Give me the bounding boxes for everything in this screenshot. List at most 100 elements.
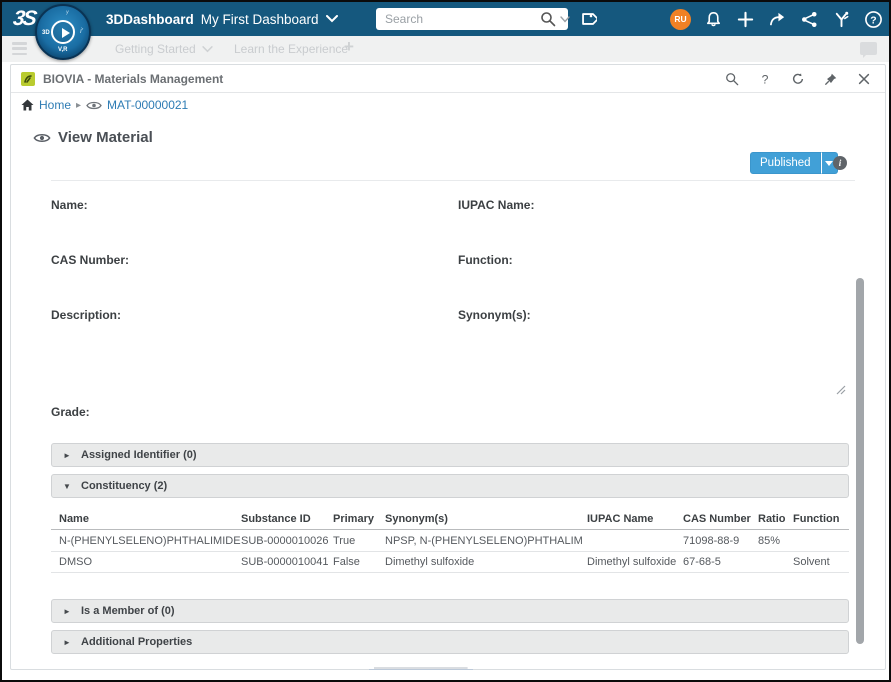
breadcrumb-separator-icon: ▸ (76, 99, 82, 111)
home-icon[interactable] (21, 99, 34, 111)
help-icon[interactable]: ? (864, 10, 883, 29)
cell-primary: False (333, 556, 360, 568)
section-additional-properties[interactable]: ► Additional Properties (51, 630, 849, 654)
cell-iupac: Dimethyl sulfoxide (587, 556, 677, 568)
col-header-iupac: IUPAC Name (587, 513, 654, 525)
biovia-widget: BIOVIA - Materials Management ? Home ▸ M… (10, 64, 886, 670)
compass-3d-label: 3D (42, 30, 50, 36)
chevron-right-icon: ► (63, 450, 71, 460)
form-divider (51, 180, 855, 181)
view-eye-icon (33, 133, 51, 142)
share-nodes-icon[interactable] (800, 10, 819, 29)
hamburger-menu-icon[interactable] (12, 42, 27, 55)
col-header-cas: CAS Number (683, 513, 751, 525)
breadcrumb-home-link[interactable]: Home (39, 98, 71, 112)
info-icon[interactable]: i (833, 156, 847, 170)
clipped-link-text (369, 666, 473, 670)
compass-right-mark: i' (80, 28, 83, 35)
field-label-grade: Grade: (51, 405, 90, 419)
global-search (376, 8, 570, 30)
widget-refresh-icon[interactable] (791, 72, 805, 86)
field-label-description: Description: (51, 308, 122, 322)
col-header-synonyms: Synonym(s) (385, 513, 448, 525)
cell-ratio: 85% (758, 535, 781, 547)
cell-function: Solvent (793, 556, 830, 568)
cell-name: DMSO (59, 556, 92, 568)
widget-header: BIOVIA - Materials Management ? (11, 65, 885, 93)
col-header-name: Name (59, 513, 89, 525)
field-label-function: Function: (458, 253, 513, 267)
section-constituency[interactable]: ▼ Constituency (2) (51, 474, 849, 498)
section-label: Is a Member of (0) (81, 605, 175, 617)
section-label: Assigned Identifier (0) (81, 449, 197, 461)
page-title-text: View Material (58, 129, 153, 146)
tab-label: Learn the Experience (234, 42, 349, 56)
eye-icon (86, 101, 102, 109)
user-avatar[interactable]: RU (670, 8, 691, 30)
section-label: Constituency (2) (81, 480, 168, 492)
add-content-icon[interactable] (736, 10, 755, 29)
field-label-name: Name: (51, 198, 88, 212)
search-input[interactable] (376, 12, 540, 26)
scrollbar-thumb[interactable] (856, 278, 864, 644)
chevron-down-icon[interactable] (325, 15, 338, 23)
play-icon (62, 28, 70, 38)
field-label-synonyms: Synonym(s): (458, 308, 531, 322)
col-header-ratio: Ratio (758, 513, 786, 525)
app-name: 3DDashboard (106, 11, 194, 27)
comment-icon[interactable] (860, 42, 877, 58)
chevron-right-icon: ► (63, 637, 71, 647)
app-window: 3S 3D V,R ʸ i' 3DDashboard My First Dash… (0, 0, 891, 682)
top-bar: 3S 3D V,R ʸ i' 3DDashboard My First Dash… (2, 2, 889, 60)
section-label: Additional Properties (81, 636, 193, 648)
section-is-a-member-of[interactable]: ► Is a Member of (0) (51, 599, 849, 623)
col-header-substance-id: Substance ID (241, 513, 311, 525)
cell-cas: 67-68-5 (683, 556, 721, 568)
cell-function (793, 531, 847, 552)
widget-title: BIOVIA - Materials Management (43, 72, 224, 86)
tab-getting-started[interactable]: Getting Started (115, 36, 213, 62)
table-row[interactable]: N-(PHENYLSELENO)PHTHALIMIDE SUB-00000100… (51, 531, 849, 552)
field-label-iupac: IUPAC Name: (458, 198, 535, 212)
widget-close-icon[interactable] (857, 72, 871, 86)
compass-play-ring (51, 20, 75, 44)
notifications-bell-icon[interactable] (704, 10, 723, 29)
tab-label: Getting Started (115, 42, 196, 56)
breadcrumb: Home ▸ MAT-00000021 (21, 98, 188, 112)
add-tab-button[interactable]: + (344, 37, 354, 57)
status-published-button[interactable]: Published (750, 152, 821, 174)
cell-cas: 71098-88-9 (683, 535, 740, 547)
widget-header-icons: ? (725, 65, 871, 93)
status-split-button: Published (750, 152, 838, 174)
compass-vr-label: V,R (58, 47, 68, 53)
cell-iupac (587, 531, 679, 552)
dashboard-name: My First Dashboard (200, 11, 319, 27)
cell-ratio (758, 552, 791, 573)
textarea-resize-handle[interactable] (835, 384, 846, 395)
table-header-row: Name Substance ID Primary Synonym(s) IUP… (51, 509, 849, 530)
dashboard-title[interactable]: 3DDashboard My First Dashboard (106, 2, 338, 36)
widget-search-icon[interactable] (725, 72, 739, 86)
compass-top-mark: ʸ (66, 10, 69, 17)
widget-help-icon[interactable]: ? (758, 72, 772, 86)
search-options-chevron-icon[interactable] (560, 15, 570, 23)
svg-text:?: ? (870, 15, 876, 26)
dashboard-tab-bar: Getting Started Learn the Experience + (2, 36, 889, 62)
field-label-cas: CAS Number: (51, 253, 130, 267)
widget-pin-icon[interactable] (824, 72, 838, 86)
chevron-down-icon: ▼ (63, 481, 71, 491)
3dcompass-icon[interactable]: 3D V,R ʸ i' (35, 4, 91, 60)
topbar-actions: RU ? (670, 2, 883, 36)
cell-synonyms: NPSP, N-(PHENYLSELENO)PHTHALIM... (385, 535, 583, 547)
breadcrumb-material-link[interactable]: MAT-00000021 (107, 98, 188, 112)
tab-chevron-down-icon[interactable] (202, 45, 213, 53)
tab-learn-the-experience[interactable]: Learn the Experience (234, 36, 348, 62)
search-icon[interactable] (540, 11, 556, 27)
cell-primary: True (333, 535, 356, 547)
biovia-app-icon (21, 72, 35, 86)
tag-icon[interactable] (579, 10, 597, 28)
3dexperience-person-icon[interactable] (832, 10, 851, 29)
table-row[interactable]: DMSO SUB-0000010041 False Dimethyl sulfo… (51, 552, 849, 573)
section-assigned-identifier[interactable]: ► Assigned Identifier (0) (51, 443, 849, 467)
share-arrow-icon[interactable] (768, 10, 787, 29)
